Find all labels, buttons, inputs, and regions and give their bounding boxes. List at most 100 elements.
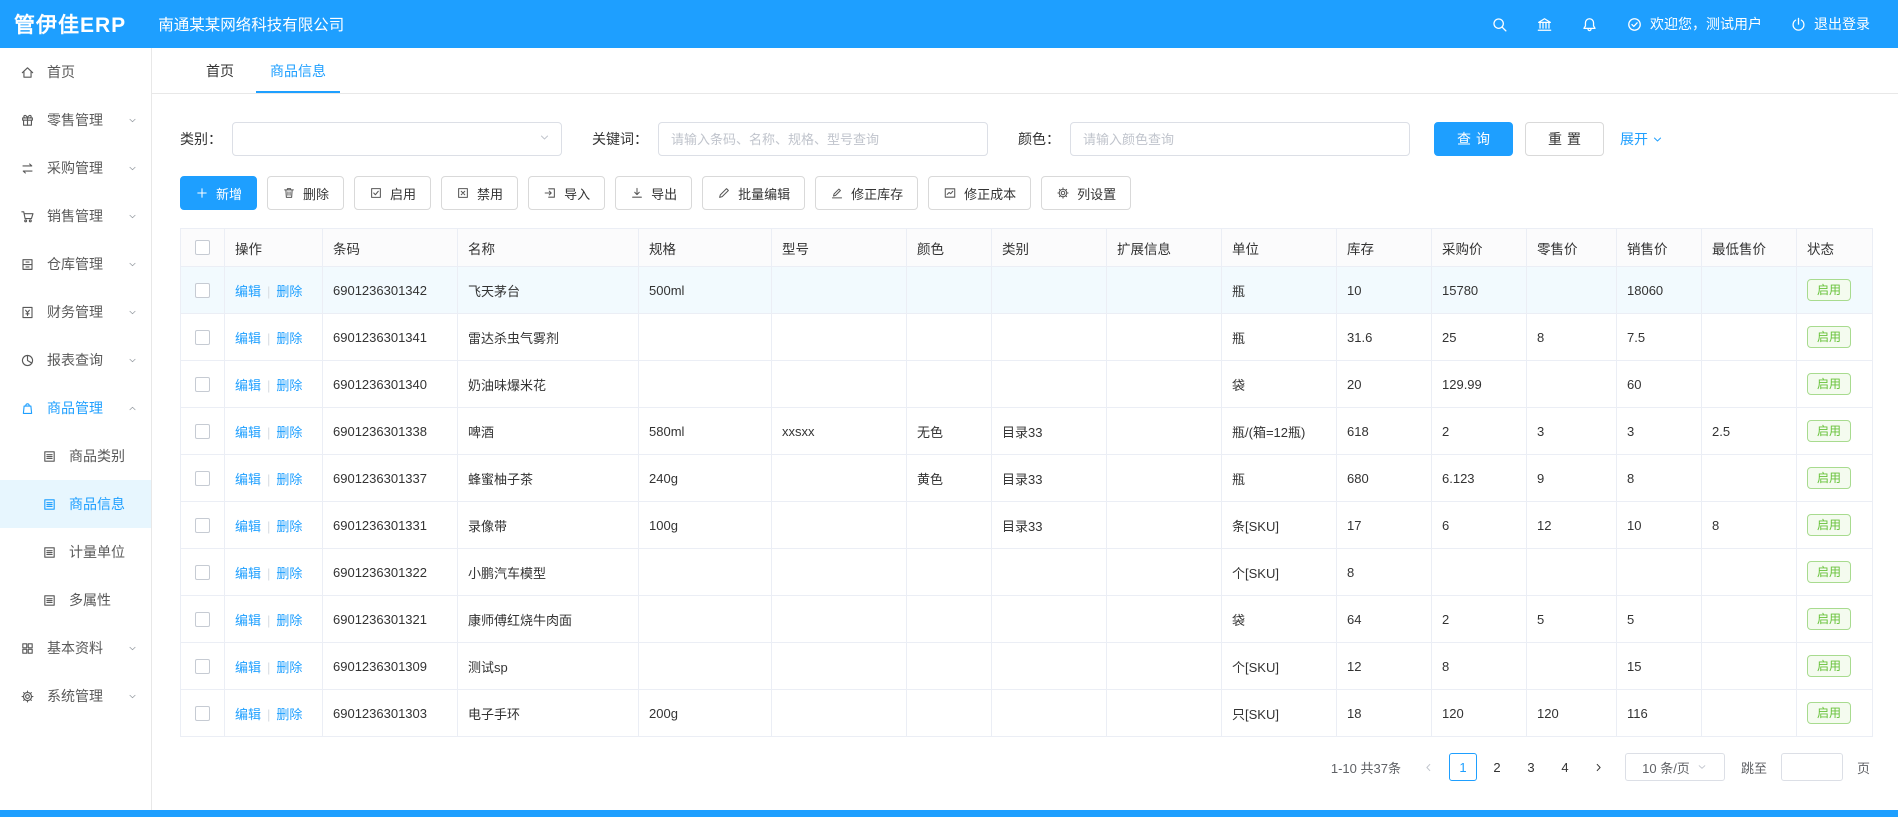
sidebar-item-measure-unit[interactable]: 计量单位 <box>0 528 151 576</box>
delete-link[interactable]: 删除 <box>276 566 302 581</box>
keyword-label: 关键词： <box>592 129 648 149</box>
enable-button[interactable]: 启用 <box>354 176 431 210</box>
chevron-down-icon <box>127 307 138 318</box>
row-actions: 编辑|删除 <box>225 408 323 455</box>
edit-link[interactable]: 编辑 <box>235 566 261 581</box>
header-portal[interactable] <box>1536 16 1553 33</box>
header-search[interactable] <box>1491 16 1508 33</box>
disable-button[interactable]: 禁用 <box>441 176 518 210</box>
cell-spec <box>639 314 772 361</box>
sidebar-item-basic-data[interactable]: 基本资料 <box>0 624 151 672</box>
cell-unit: 只[SKU] <box>1222 690 1337 737</box>
edit-link[interactable]: 编辑 <box>235 425 261 440</box>
cell-model <box>772 549 907 596</box>
fix-cost-button[interactable]: 修正成本 <box>928 176 1031 210</box>
keyword-input[interactable] <box>658 122 988 156</box>
edit-link[interactable]: 编辑 <box>235 660 261 675</box>
cell-name: 录像带 <box>458 502 639 549</box>
color-input[interactable] <box>1070 122 1410 156</box>
cell-barcode: 6901236301338 <box>323 408 458 455</box>
cell-ext <box>1107 549 1222 596</box>
chevron-down-icon <box>1651 133 1664 146</box>
delete-link[interactable]: 删除 <box>276 425 302 440</box>
cell-sale: 60 <box>1617 361 1702 408</box>
cell-status: 启用 <box>1797 690 1873 737</box>
row-checkbox[interactable] <box>195 612 210 627</box>
row-checkbox[interactable] <box>195 424 210 439</box>
export-button[interactable]: 导出 <box>615 176 692 210</box>
cell-retail: 3 <box>1527 408 1617 455</box>
select-all-checkbox[interactable] <box>195 240 210 255</box>
sidebar-item-retail[interactable]: 零售管理 <box>0 96 151 144</box>
page-button-4[interactable]: 4 <box>1551 753 1579 781</box>
page-button-2[interactable]: 2 <box>1483 753 1511 781</box>
row-checkbox[interactable] <box>195 518 210 533</box>
welcome-user[interactable]: 欢迎您，测试用户 <box>1626 14 1762 34</box>
row-checkbox[interactable] <box>195 330 210 345</box>
prev-page-button[interactable] <box>1415 753 1443 781</box>
header-notifications[interactable] <box>1581 16 1598 33</box>
cell-purchase: 2 <box>1432 408 1527 455</box>
page-size-select[interactable]: 10 条/页 <box>1625 753 1725 781</box>
row-checkbox[interactable] <box>195 377 210 392</box>
next-page-button[interactable] <box>1585 753 1613 781</box>
delete-link[interactable]: 删除 <box>276 707 302 722</box>
jump-page-input[interactable] <box>1781 753 1843 781</box>
cell-retail: 120 <box>1527 690 1617 737</box>
row-checkbox[interactable] <box>195 659 210 674</box>
delete-link[interactable]: 删除 <box>276 472 302 487</box>
delete-link[interactable]: 删除 <box>276 613 302 628</box>
column-header: 扩展信息 <box>1107 229 1222 267</box>
expand-link[interactable]: 展开 <box>1620 129 1664 149</box>
tab-goods-info[interactable]: 商品信息 <box>252 48 344 93</box>
row-checkbox[interactable] <box>195 565 210 580</box>
delete-link[interactable]: 删除 <box>276 331 302 346</box>
cell-unit: 条[SKU] <box>1222 502 1337 549</box>
sidebar-item-goods-info[interactable]: 商品信息 <box>0 480 151 528</box>
row-checkbox[interactable] <box>195 706 210 721</box>
sidebar-item-multi-attr[interactable]: 多属性 <box>0 576 151 624</box>
cell-color <box>907 596 992 643</box>
edit-link[interactable]: 编辑 <box>235 519 261 534</box>
sidebar-item-report[interactable]: 报表查询 <box>0 336 151 384</box>
search-button[interactable]: 查询 <box>1434 122 1513 156</box>
edit-link[interactable]: 编辑 <box>235 284 261 299</box>
edit-link[interactable]: 编辑 <box>235 472 261 487</box>
logout[interactable]: 退出登录 <box>1790 14 1870 34</box>
fix-stock-button[interactable]: 修正库存 <box>815 176 918 210</box>
sidebar-item-home[interactable]: 首页 <box>0 48 151 96</box>
add-button[interactable]: 新增 <box>180 176 257 210</box>
batch-edit-button[interactable]: 批量编辑 <box>702 176 805 210</box>
row-checkbox[interactable] <box>195 283 210 298</box>
delete-link[interactable]: 删除 <box>276 519 302 534</box>
page-button-3[interactable]: 3 <box>1517 753 1545 781</box>
edit-link[interactable]: 编辑 <box>235 378 261 393</box>
cell-model <box>772 455 907 502</box>
reset-button[interactable]: 重置 <box>1525 122 1604 156</box>
sidebar-item-system[interactable]: 系统管理 <box>0 672 151 720</box>
row-checkbox[interactable] <box>195 471 210 486</box>
sidebar-item-purchase[interactable]: 采购管理 <box>0 144 151 192</box>
sidebar-item-finance[interactable]: 财务管理 <box>0 288 151 336</box>
edit-link[interactable]: 编辑 <box>235 707 261 722</box>
import-button[interactable]: 导入 <box>528 176 605 210</box>
cell-unit: 瓶/(箱=12瓶) <box>1222 408 1337 455</box>
chevron-down-icon <box>127 211 138 222</box>
sidebar-item-sales[interactable]: 销售管理 <box>0 192 151 240</box>
sidebar-item-goods-category[interactable]: 商品类别 <box>0 432 151 480</box>
delete-link[interactable]: 删除 <box>276 284 302 299</box>
edit-link[interactable]: 编辑 <box>235 613 261 628</box>
sidebar-item-warehouse[interactable]: 仓库管理 <box>0 240 151 288</box>
cell-sale: 8 <box>1617 455 1702 502</box>
tab-home[interactable]: 首页 <box>188 48 252 93</box>
sidebar-item-goods[interactable]: 商品管理 <box>0 384 151 432</box>
page-button-1[interactable]: 1 <box>1449 753 1477 781</box>
edit-link[interactable]: 编辑 <box>235 331 261 346</box>
pagination: 1-10 共37条123410 条/页跳至页 <box>180 753 1870 781</box>
delete-link[interactable]: 删除 <box>276 378 302 393</box>
category-label: 类别： <box>180 129 222 149</box>
category-select[interactable] <box>232 122 562 156</box>
delete-button[interactable]: 删除 <box>267 176 344 210</box>
delete-link[interactable]: 删除 <box>276 660 302 675</box>
column-settings-button[interactable]: 列设置 <box>1041 176 1131 210</box>
